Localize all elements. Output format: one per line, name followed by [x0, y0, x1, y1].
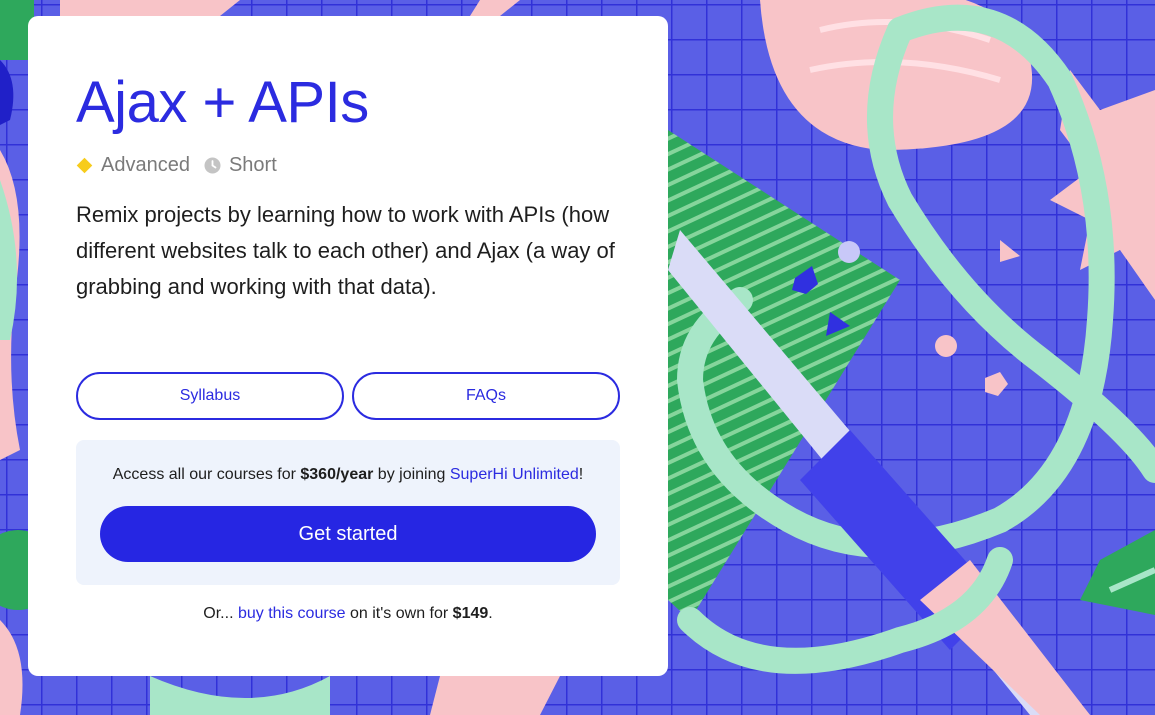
course-title: Ajax + APIs [76, 70, 369, 135]
promo-price: $360/year [300, 466, 374, 483]
footer-middle: on it's own for [345, 605, 453, 622]
footer-suffix: . [488, 605, 493, 622]
buy-course-note: Or... buy this course on it's own for $1… [28, 605, 668, 623]
promo-text-middle: by joining [373, 466, 450, 483]
course-card: Ajax + APIs Advanced Short Remix project… [28, 16, 668, 676]
clock-icon [204, 157, 221, 173]
course-meta: Advanced Short [76, 152, 277, 178]
promo-text: Access all our courses for $360/year by … [76, 466, 620, 484]
course-price: $149 [452, 605, 489, 622]
faqs-button[interactable]: FAQs [352, 372, 620, 420]
promo-text-before: Access all our courses for [112, 466, 301, 483]
syllabus-button[interactable]: Syllabus [76, 372, 344, 420]
buy-course-link[interactable]: buy this course [238, 605, 346, 622]
diamond-icon [76, 157, 93, 173]
get-started-button[interactable]: Get started [100, 506, 596, 562]
page: Ajax + APIs Advanced Short Remix project… [0, 0, 1155, 715]
promo-text-after: ! [578, 466, 584, 483]
superhi-unlimited-link[interactable]: SuperHi Unlimited [450, 466, 579, 483]
course-length: Short [228, 153, 277, 176]
course-description: Remix projects by learning how to work w… [76, 202, 615, 299]
unlimited-promo: Access all our courses for $360/year by … [76, 440, 620, 585]
course-level: Advanced [101, 153, 190, 176]
footer-prefix: Or... [203, 605, 238, 622]
